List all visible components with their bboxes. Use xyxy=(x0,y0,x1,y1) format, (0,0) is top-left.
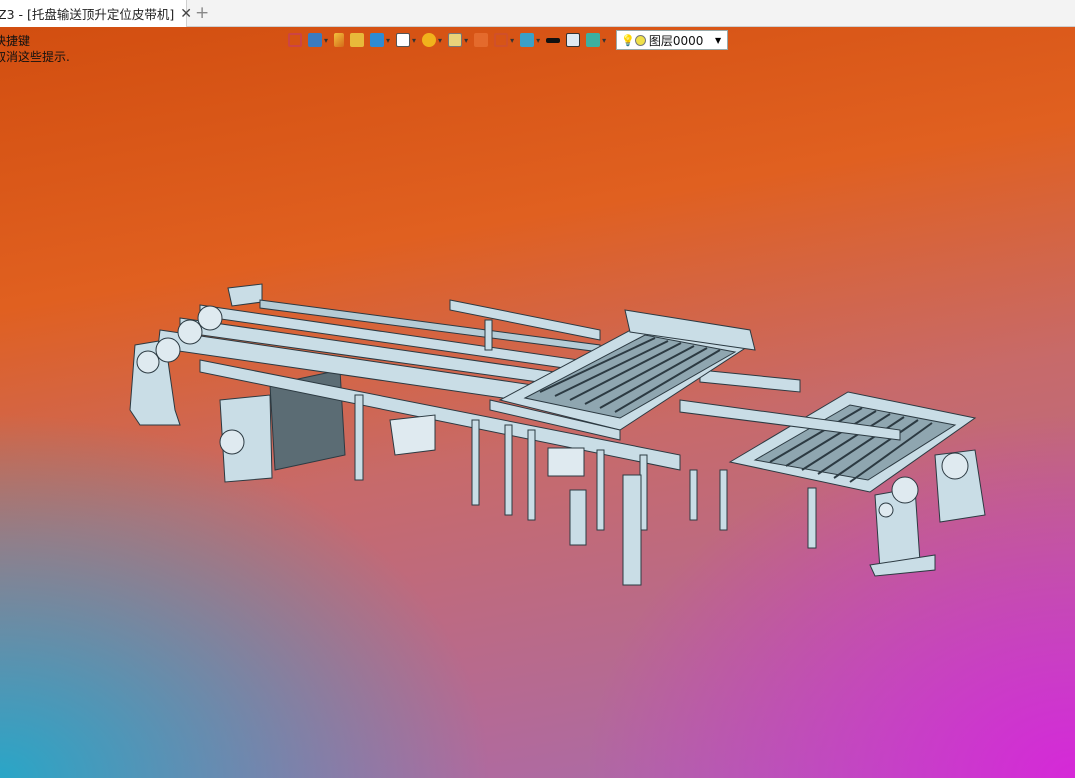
frame-button[interactable] xyxy=(474,33,489,47)
bulb-icon: 💡 xyxy=(621,33,635,47)
sketch-button[interactable] xyxy=(334,33,345,47)
exit-icon xyxy=(288,33,302,47)
render-button[interactable]: ▾ xyxy=(422,33,442,47)
pencil-icon xyxy=(334,33,345,47)
document-tab[interactable]: Z3 - [托盘输送顶升定位皮带机] ✕ xyxy=(0,0,192,27)
tab-bar: Z3 - [托盘输送顶升定位皮带机] ✕ + xyxy=(0,0,1075,27)
box-icon xyxy=(370,33,385,47)
close-icon[interactable]: ✕ xyxy=(180,6,192,22)
hint-line-2: 取消这些提示. xyxy=(0,50,70,64)
left-top-block xyxy=(227,283,263,307)
display-icon xyxy=(520,33,535,47)
chevron-down-icon: ▼ xyxy=(714,35,722,45)
hint-line-1: 快捷键 xyxy=(0,34,31,48)
section-button[interactable]: ▾ xyxy=(494,33,514,47)
cube-icon xyxy=(396,33,411,47)
yellow-dot-icon xyxy=(634,34,646,46)
box-button[interactable]: ▾ xyxy=(370,33,390,47)
layer-select[interactable]: 💡 图层0000 ▼ xyxy=(616,30,729,50)
exit-button[interactable] xyxy=(288,33,302,47)
line-style-button[interactable] xyxy=(546,37,561,43)
view-button[interactable]: ▾ xyxy=(308,33,328,47)
solid-icon xyxy=(350,33,365,47)
layer-name: 图层0000 xyxy=(648,33,704,48)
view-toolbar: ▾ ▾ ▾ ▾ ▾ ▾ ▾ ▾ 💡 图层0000 ▼ xyxy=(288,29,729,51)
color-button[interactable] xyxy=(566,33,581,47)
display-button[interactable]: ▾ xyxy=(520,33,540,47)
add-tab-button[interactable]: + xyxy=(195,3,209,23)
frame-icon xyxy=(474,33,489,47)
cube-button[interactable]: ▾ xyxy=(396,33,416,47)
conveyor-model xyxy=(129,283,986,586)
section-icon xyxy=(494,33,509,47)
tab-title: Z3 - [托盘输送顶升定位皮带机] xyxy=(0,7,175,22)
line-icon xyxy=(546,37,561,43)
3d-viewport[interactable]: 快捷键 取消这些提示. xyxy=(0,27,1075,778)
zoom-icon xyxy=(448,33,463,47)
lift-cylinder-1 xyxy=(569,489,587,546)
square-icon xyxy=(566,33,581,47)
solid-button[interactable] xyxy=(350,33,365,47)
layer-stack-button[interactable]: ▾ xyxy=(586,33,606,47)
lift-cylinder-2 xyxy=(622,474,642,586)
view-icon xyxy=(308,33,322,47)
zoom-button[interactable]: ▾ xyxy=(448,33,468,47)
pie-icon xyxy=(422,33,437,47)
layer-stack-icon xyxy=(586,33,601,47)
